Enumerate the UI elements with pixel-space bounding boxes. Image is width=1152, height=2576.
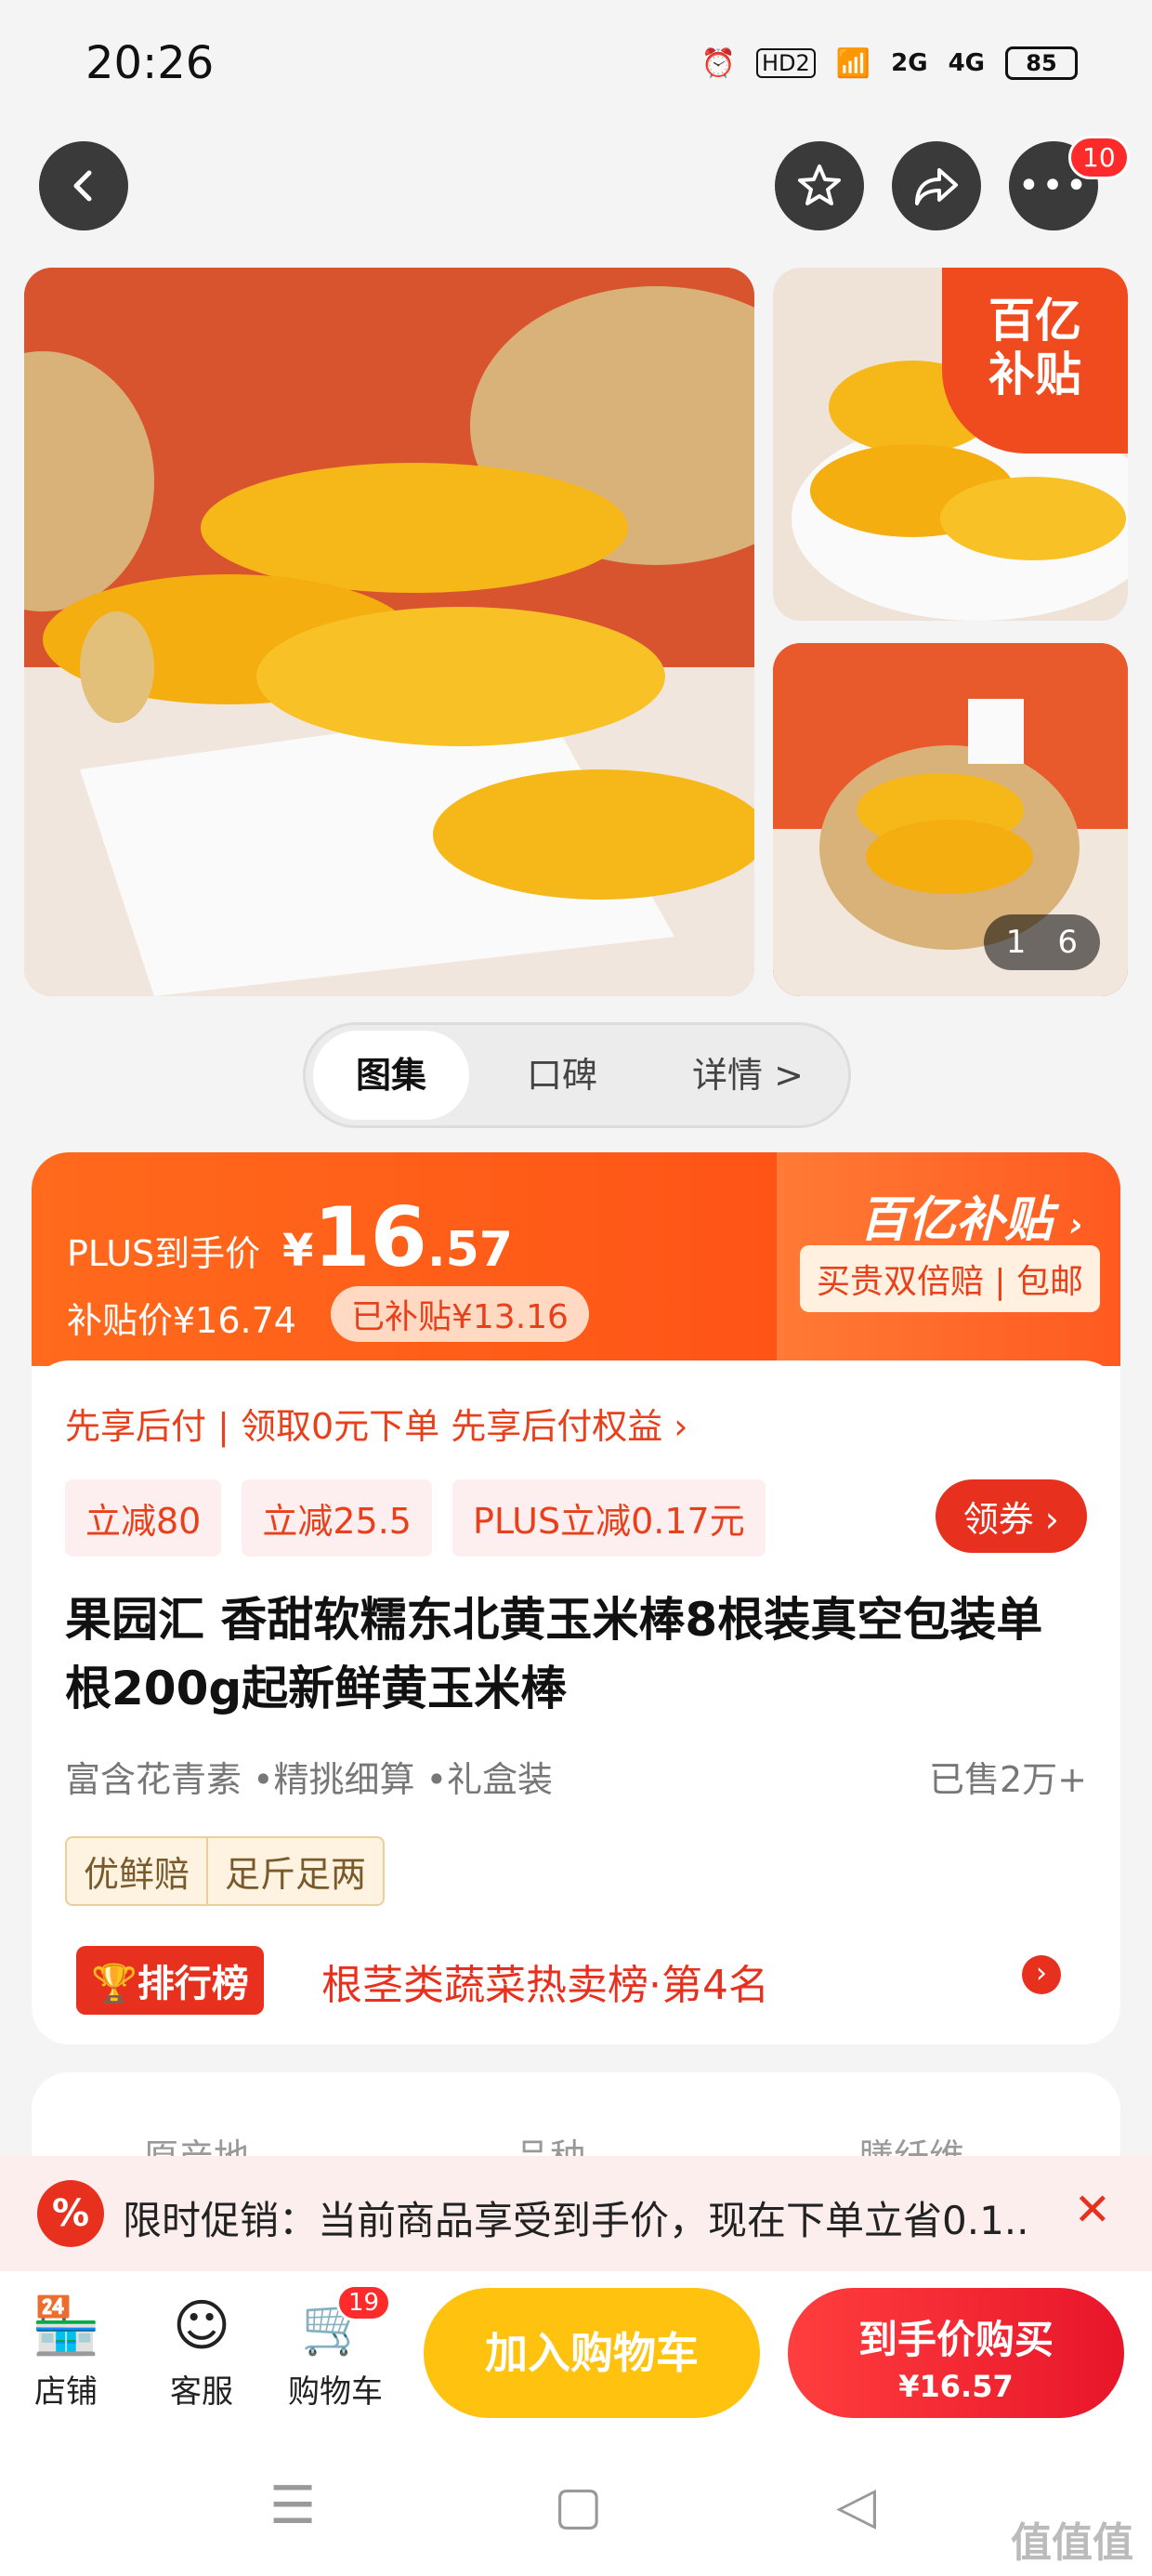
product-info-card: PLUS到手价 ¥16.57 补贴价¥16.74 已补贴¥13.16 百亿补贴 …: [32, 1152, 1120, 2044]
price-integer: 16: [313, 1189, 427, 1285]
subsidy-price: 补贴价¥16.74: [67, 1300, 296, 1341]
buy-now-label: 到手价购买: [857, 2317, 1054, 2362]
status-time: 20:26: [85, 37, 215, 89]
network-2g: 2G: [891, 49, 928, 77]
subsidy-corner-line1: 百亿: [988, 294, 1081, 348]
buy-now-price: ¥16.57: [898, 2369, 1014, 2404]
product-info-body: 先享后付 | 领取0元下单 先享后付权益 › 立减80 立减25.5 PLUS立…: [32, 1360, 1120, 2044]
get-coupon-label: 领券: [962, 1499, 1034, 1540]
system-navigation-bar: ☰ ▢ ◁: [0, 2438, 1152, 2576]
coupon-list: 立减80 立减25.5 PLUS立减0.17元: [65, 1479, 766, 1557]
wifi-icon: 📶: [835, 46, 871, 80]
corn-image: [24, 268, 754, 996]
ranking-text[interactable]: 根茎类蔬菜热卖榜·第4名: [321, 1952, 769, 2011]
favorite-button[interactable]: [775, 141, 864, 230]
more-badge: 10: [1068, 136, 1130, 179]
subsidy-program-title[interactable]: 百亿补贴 ›: [859, 1180, 1083, 1250]
subsidy-corner-badge: 百亿 补贴: [942, 268, 1128, 453]
plus-price-label: PLUS到手价: [67, 1233, 261, 1274]
tab-reviews[interactable]: 口碑: [469, 1031, 655, 1120]
chevron-right-icon[interactable]: ›: [1022, 1955, 1061, 1994]
after-pay-banner[interactable]: 先享后付 | 领取0元下单 先享后付权益 ›: [65, 1398, 688, 1449]
share-icon: [915, 168, 958, 205]
store-label: 店铺: [34, 2373, 98, 2411]
price-currency: ¥: [282, 1225, 314, 1277]
final-price: ¥16.57: [282, 1189, 513, 1285]
trophy-icon: 🏆: [91, 1963, 137, 2005]
cart-label: 购物车: [288, 2373, 383, 2411]
sold-count: 已售2万+: [928, 1759, 1087, 1800]
promo-text: 限时促销：当前商品享受到手价，现在下单立省0.1...: [123, 2198, 1033, 2243]
chevron-left-icon: [73, 170, 92, 202]
coupon-item[interactable]: 立减25.5: [242, 1479, 432, 1557]
battery-icon: 85: [1005, 46, 1078, 80]
chat-icon: ☺: [172, 2293, 231, 2359]
ranking-badge[interactable]: 🏆排行榜: [76, 1946, 264, 2015]
status-icons: ⏰ HD2 📶 2G 4G 85: [701, 46, 1078, 80]
price-decimal: .57: [426, 1222, 513, 1278]
alarm-icon: ⏰: [700, 46, 736, 80]
star-icon: [798, 164, 841, 205]
back-triangle-icon[interactable]: ◁: [836, 2476, 876, 2536]
add-to-cart-button[interactable]: 加入购物车: [424, 2288, 760, 2418]
service-label: 客服: [170, 2373, 233, 2411]
bottom-action-bar: 🏪 店铺 ☺ 客服 🛒 购物车 19 加入购物车 到手价购买 ¥16.57: [0, 2271, 1152, 2438]
coupon-item[interactable]: PLUS立减0.17元: [452, 1479, 766, 1557]
close-icon[interactable]: ✕: [1074, 2184, 1111, 2236]
subsidy-amount-tag: 已补贴¥13.16: [331, 1286, 589, 1342]
tab-details[interactable]: 详情 >: [655, 1031, 841, 1120]
chevron-right-circle-icon: ›: [1044, 1499, 1059, 1540]
battery-level: 85: [1026, 50, 1057, 76]
subsidy-corner-line2: 补贴: [988, 348, 1081, 401]
service-button[interactable]: ☺ 客服: [151, 2293, 253, 2412]
section-tabs: 图集 口碑 详情 >: [303, 1022, 851, 1128]
image-counter-current: 1: [1005, 924, 1027, 961]
tab-gallery[interactable]: 图集: [313, 1031, 469, 1120]
watermark: 值值值: [1011, 2519, 1133, 2567]
subsidy-program-sub: 买贵双倍赔 | 包邮: [799, 1245, 1100, 1312]
promo-bar[interactable]: % 限时促销：当前商品享受到手价，现在下单立省0.1... ✕: [0, 2156, 1152, 2271]
service-tag: 优鲜赔: [84, 1854, 190, 1895]
hd-icon: HD2: [755, 48, 816, 78]
thumbnail-image-1[interactable]: 百亿 补贴: [773, 268, 1128, 621]
service-tag: 足斤足两: [225, 1854, 367, 1895]
status-bar: 20:26 ⏰ HD2 📶 2G 4G 85: [0, 0, 1152, 139]
price-header: PLUS到手价 ¥16.57 补贴价¥16.74 已补贴¥13.16 百亿补贴 …: [32, 1152, 1120, 1366]
product-features: 富含花青素 •精挑细算 •礼盒装: [65, 1759, 553, 1800]
product-title: 果园汇 香甜软糯东北黄玉米棒8根装真空包装单根200g起新鲜黄玉米棒: [65, 1593, 1043, 1715]
image-counter-total: 6: [1057, 924, 1078, 961]
menu-icon[interactable]: ☰: [269, 2476, 316, 2536]
image-counter: 1 6: [983, 914, 1100, 970]
service-tags[interactable]: 优鲜赔 足斤足两: [65, 1836, 386, 1906]
image-gallery[interactable]: 百亿 补贴 1 6: [24, 268, 1128, 996]
store-icon: 🏪: [31, 2293, 101, 2359]
share-button[interactable]: [892, 141, 981, 230]
buy-now-button[interactable]: 到手价购买 ¥16.57: [788, 2288, 1124, 2418]
network-4g: 4G: [948, 49, 985, 77]
store-button[interactable]: 🏪 店铺: [15, 2293, 117, 2412]
chevron-right-circle-icon: ›: [1069, 1206, 1083, 1244]
ranking-badge-label: 排行榜: [137, 1963, 249, 2005]
back-button[interactable]: [39, 141, 128, 230]
cart-badge: 19: [336, 2284, 392, 2321]
thumbnail-image-2[interactable]: 1 6: [773, 643, 1128, 996]
get-coupon-button[interactable]: 领券 ›: [935, 1479, 1087, 1553]
percent-icon: %: [37, 2180, 104, 2247]
subsidy-program-title-text: 百亿补贴: [859, 1192, 1054, 1248]
home-icon[interactable]: ▢: [554, 2476, 603, 2536]
coupon-item[interactable]: 立减80: [65, 1479, 222, 1557]
main-product-image[interactable]: [24, 268, 754, 996]
